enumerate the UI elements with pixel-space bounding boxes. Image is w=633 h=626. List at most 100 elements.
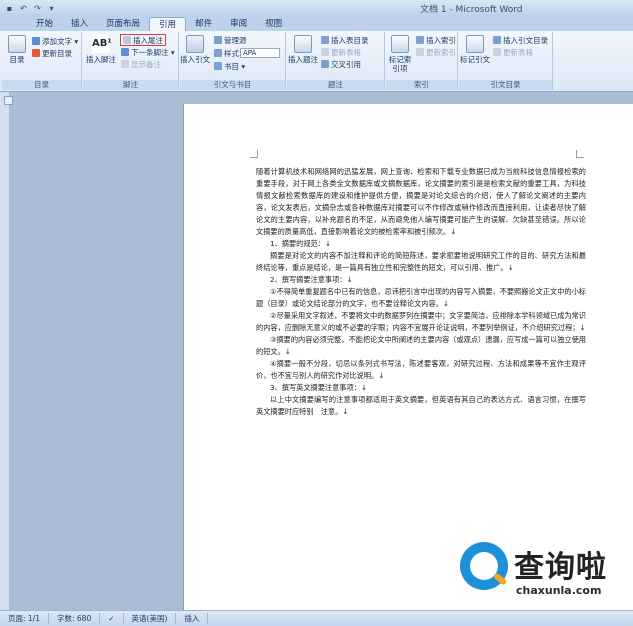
group-citations-label: 引文与书目 xyxy=(180,80,285,90)
toc-button[interactable]: 目录 xyxy=(3,35,31,64)
insert-index-icon xyxy=(416,36,424,44)
document-paragraph: 以上中文摘要编写的注意事项都适用于英文摘要，但英语有其自己的表达方式、语言习惯，… xyxy=(256,395,586,416)
insert-footnote-label: 插入脚注 xyxy=(86,55,116,64)
style-select-value: APA xyxy=(243,49,257,57)
mark-citation-button[interactable]: 标记引文 xyxy=(459,35,491,64)
document-body[interactable]: 随着计算机技术和网络网的迅猛发展，网上查询、检索和下载专业数据已成为当前科技信息… xyxy=(256,166,586,418)
next-footnote-icon xyxy=(121,48,129,56)
show-notes-button[interactable]: 显示备注 xyxy=(121,59,161,69)
vertical-ruler xyxy=(0,92,10,610)
watermark-url: chaxunla.com xyxy=(516,584,602,597)
quick-access-toolbar: ▪ ↶ ↷ ▾ xyxy=(0,3,57,14)
insert-endnote-label: 插入尾注 xyxy=(133,35,163,45)
bibliography-button[interactable]: 书目 ▾ xyxy=(214,61,245,71)
document-paragraph: ②尽量采用文字叙述，不要将文中的数据罗列在摘要中；文字要简洁，应排除本学科领域已… xyxy=(256,311,586,332)
update-index-icon xyxy=(416,48,424,56)
ribbon-tabs: 开始 插入 页面布局 引用 邮件 审阅 视图 xyxy=(0,16,633,31)
mark-entry-icon xyxy=(391,35,409,53)
group-captions: 插入题注 插入表目录 更新表格 交叉引用 题注 xyxy=(287,32,385,90)
ruler-toggle-icon[interactable] xyxy=(4,96,13,105)
status-page[interactable]: 页面: 1/1 xyxy=(0,612,49,625)
update-table-button[interactable]: 更新表格 xyxy=(321,47,361,57)
insert-toa-button[interactable]: 插入引文目录 xyxy=(493,35,548,45)
margin-mark-top-right xyxy=(576,150,584,158)
watermark-logo-icon xyxy=(460,542,508,590)
document-paragraph: 摘要是对论文的内容不加注释和评论的简短陈述，要求扼要地说明研究工作的目的、研究方… xyxy=(256,251,586,272)
group-toc-label: 目录 xyxy=(2,80,81,90)
document-paragraph: ③摘要的内容必须完整，不能把论文中所阐述的主要内容（或观点）遗漏，应写成一篇可以… xyxy=(256,335,586,356)
tab-page-layout[interactable]: 页面布局 xyxy=(97,17,149,31)
group-toa: 标记引文 插入引文目录 更新表格 引文目录 xyxy=(459,32,553,90)
mark-entry-label: 标记索引项 xyxy=(388,55,412,73)
insert-footnote-button[interactable]: AB¹ 插入脚注 xyxy=(85,35,117,64)
undo-icon[interactable]: ↶ xyxy=(18,3,29,14)
window-title: 文档 1 - Microsoft Word xyxy=(420,5,523,15)
add-text-button[interactable]: 添加文字 ▾ xyxy=(32,36,78,46)
update-table-label: 更新表格 xyxy=(331,47,361,57)
update-toc-icon xyxy=(32,49,40,57)
status-spellcheck-icon[interactable]: ✓ xyxy=(100,612,124,625)
add-text-label: 添加文字 ▾ xyxy=(42,36,79,46)
group-index-label: 索引 xyxy=(386,80,457,90)
save-icon[interactable]: ▪ xyxy=(4,3,15,14)
group-footnotes: AB¹ 插入脚注 插入尾注 下一条脚注 ▾ 显示备注 脚注 xyxy=(83,32,179,90)
update-toa-label: 更新表格 xyxy=(503,47,533,57)
mark-citation-icon xyxy=(466,35,484,53)
toc-icon xyxy=(8,35,26,53)
redo-icon[interactable]: ↷ xyxy=(32,3,43,14)
insert-index-button[interactable]: 插入索引 xyxy=(416,35,456,45)
insert-caption-icon xyxy=(294,35,312,53)
manage-sources-icon xyxy=(214,36,222,44)
insert-index-label: 插入索引 xyxy=(426,35,456,45)
document-page[interactable]: 随着计算机技术和网络网的迅猛发展，网上查询、检索和下载专业数据已成为当前科技信息… xyxy=(183,104,633,610)
margin-mark-top-left xyxy=(250,150,258,158)
group-toc: 目录 添加文字 ▾ 更新目录 目录 xyxy=(2,32,82,90)
tab-insert[interactable]: 插入 xyxy=(62,17,97,31)
update-index-label: 更新索引 xyxy=(426,47,456,57)
next-footnote-label: 下一条脚注 ▾ xyxy=(131,47,175,57)
style-select[interactable]: APA xyxy=(240,48,280,58)
group-index: 标记索引项 插入索引 更新索引 索引 xyxy=(386,32,458,90)
style-label: 样式: xyxy=(214,48,242,58)
status-insert-mode[interactable]: 插入 xyxy=(176,612,209,625)
status-bar: 页面: 1/1 字数: 680 ✓ 英语(美国) 插入 xyxy=(0,610,633,626)
tab-mailings[interactable]: 邮件 xyxy=(186,17,221,31)
mark-entry-button[interactable]: 标记索引项 xyxy=(386,35,414,73)
tab-references[interactable]: 引用 xyxy=(149,17,187,31)
update-table-icon xyxy=(321,48,329,56)
group-captions-label: 题注 xyxy=(287,80,384,90)
document-paragraph: ①不得简单重复题名中已有的信息，忌讳把引言中出现的内容写入摘要，不要照搬论文正文… xyxy=(256,287,586,308)
insert-caption-label: 插入题注 xyxy=(288,55,318,64)
insert-citation-button[interactable]: 插入引文 xyxy=(180,35,210,64)
update-toc-button[interactable]: 更新目录 xyxy=(32,48,72,58)
tab-view[interactable]: 视图 xyxy=(256,17,291,31)
footnote-icon: AB¹ xyxy=(92,35,112,53)
bibliography-label: 书目 ▾ xyxy=(224,61,246,71)
group-citations: 插入引文 管理源 样式: APA 书目 ▾ 引文与书目 xyxy=(180,32,286,90)
insert-endnote-button[interactable]: 插入尾注 xyxy=(120,34,166,46)
update-index-button[interactable]: 更新索引 xyxy=(416,47,456,57)
insert-tof-icon xyxy=(321,36,329,44)
mark-citation-label: 标记引文 xyxy=(460,55,490,64)
next-footnote-button[interactable]: 下一条脚注 ▾ xyxy=(121,47,175,57)
update-toc-label: 更新目录 xyxy=(42,48,72,58)
tab-home[interactable]: 开始 xyxy=(27,17,62,31)
bibliography-icon xyxy=(214,62,222,70)
insert-endnote-icon xyxy=(123,36,131,44)
watermark: 查询啦 chaxunla.com xyxy=(460,540,630,606)
insert-caption-button[interactable]: 插入题注 xyxy=(287,35,319,64)
insert-tof-button[interactable]: 插入表目录 xyxy=(321,35,369,45)
status-word-count[interactable]: 字数: 680 xyxy=(49,612,101,625)
manage-sources-button[interactable]: 管理源 xyxy=(214,35,247,45)
cross-reference-button[interactable]: 交叉引用 xyxy=(321,59,361,69)
title-bar: ▪ ↶ ↷ ▾ 文档 1 - Microsoft Word xyxy=(0,0,633,16)
style-icon xyxy=(214,49,222,57)
customize-icon[interactable]: ▾ xyxy=(46,3,57,14)
group-toa-label: 引文目录 xyxy=(459,80,552,90)
toc-button-label: 目录 xyxy=(9,55,25,64)
update-toa-button[interactable]: 更新表格 xyxy=(493,47,533,57)
document-paragraph: 2、撰写摘要注意事项：↓ xyxy=(270,275,353,284)
status-language[interactable]: 英语(美国) xyxy=(124,612,177,625)
insert-tof-label: 插入表目录 xyxy=(331,35,369,45)
tab-review[interactable]: 审阅 xyxy=(221,17,256,31)
